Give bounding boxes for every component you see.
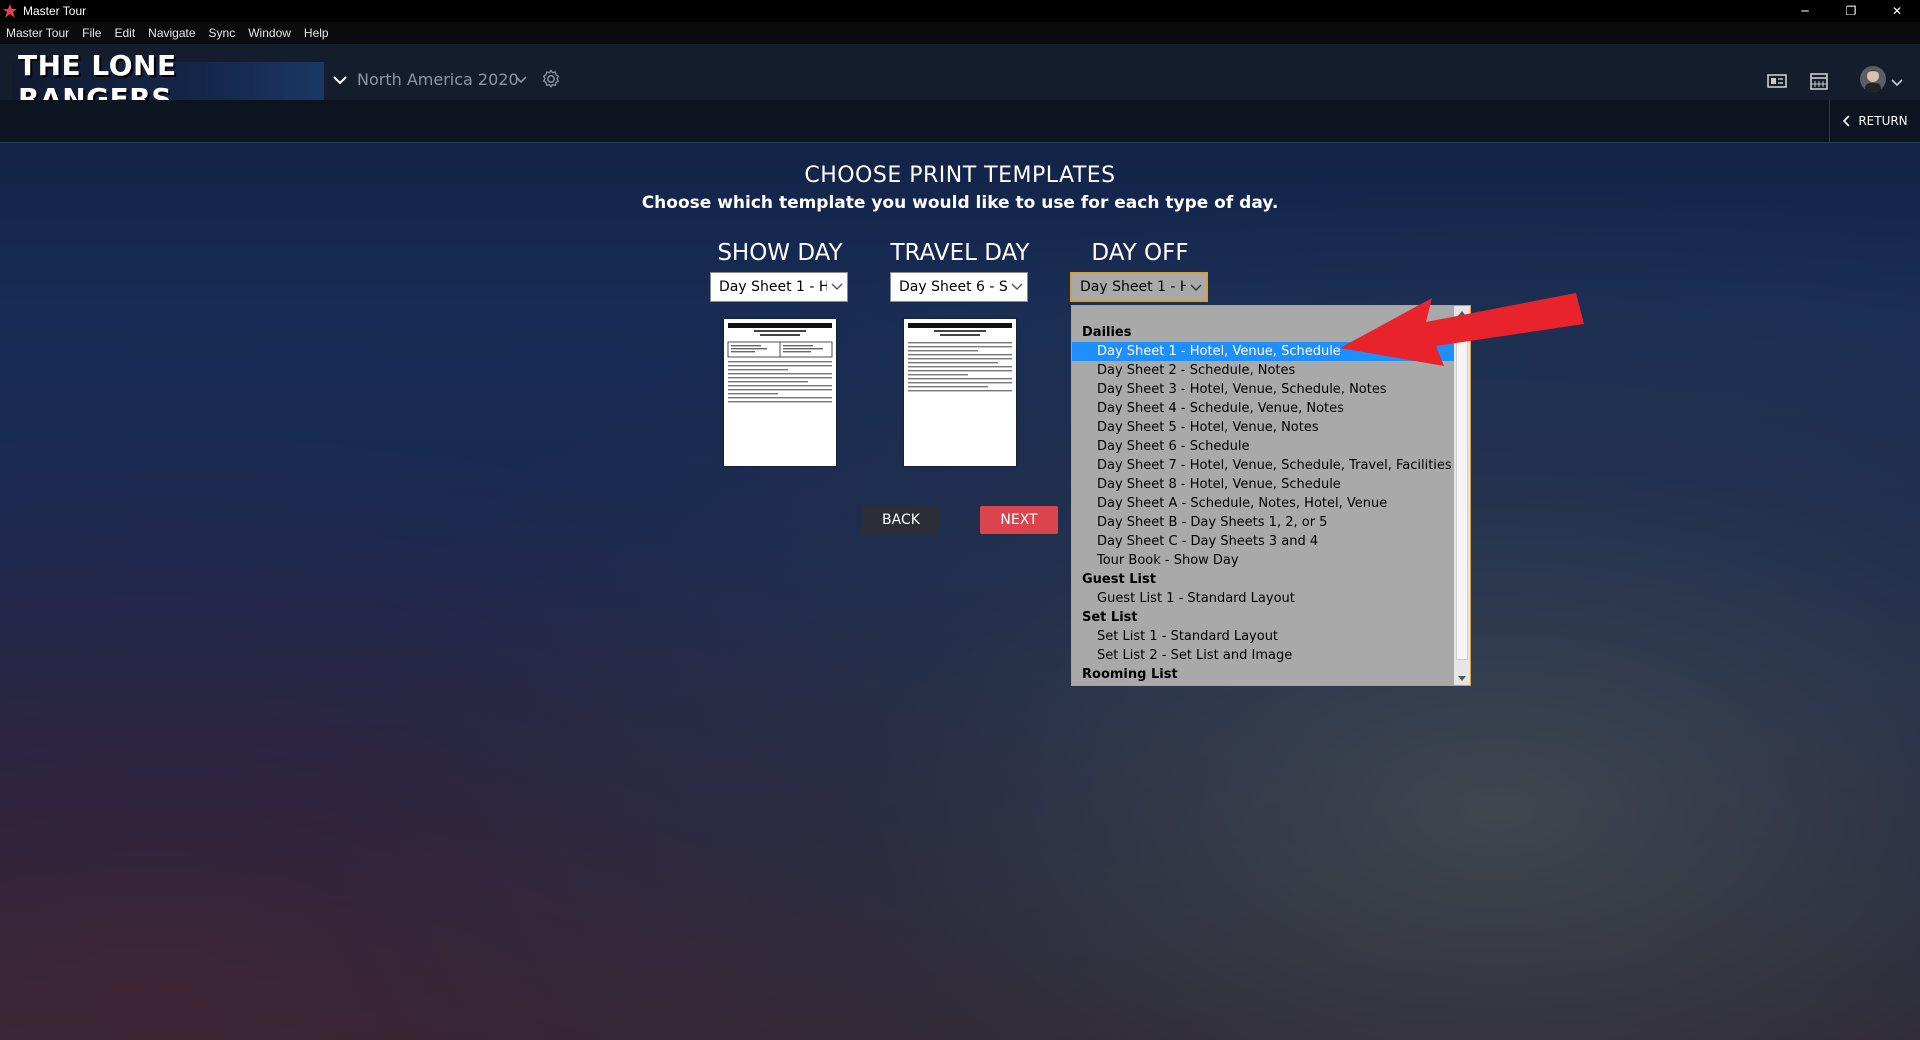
user-menu-chevron-down-icon[interactable] (1890, 76, 1904, 90)
menu-sync[interactable]: Sync (203, 26, 243, 40)
return-button[interactable]: RETURN (1829, 100, 1920, 142)
minimize-button[interactable]: ─ (1782, 0, 1828, 22)
id-card-icon[interactable] (1766, 70, 1788, 92)
menu-window[interactable]: Window (242, 26, 298, 40)
red-arrow-annotation-icon (1340, 293, 1584, 366)
window-title: Master Tour (23, 4, 87, 18)
show-day-template-select[interactable]: Day Sheet 1 - Hotel, Venue, Schedule (710, 272, 848, 302)
page-subtitle: Choose which template you would like to … (641, 193, 1279, 213)
option-set-list-2[interactable]: Set List 2 - Set List and Image (1072, 646, 1454, 665)
avatar-icon (1865, 70, 1881, 92)
chevron-left-icon (1843, 115, 1850, 127)
band-logo[interactable]: THE LONE RANGERS (12, 49, 324, 115)
travel-day-selected-value: Day Sheet 6 - Schedule (899, 279, 1007, 295)
gear-icon[interactable] (540, 68, 562, 90)
menu-navigate[interactable]: Navigate (142, 26, 202, 40)
chevron-down-icon (1007, 273, 1027, 301)
user-avatar[interactable] (1860, 66, 1886, 92)
option-day-sheet-8[interactable]: Day Sheet 8 - Hotel, Venue, Schedule (1072, 475, 1454, 494)
day-off-selected-value: Day Sheet 1 - Hotel, Venue, Schedule (1080, 279, 1188, 295)
scroll-down-icon[interactable] (1454, 672, 1470, 684)
option-day-sheet-c[interactable]: Day Sheet C - Day Sheets 3 and 4 (1072, 532, 1454, 551)
page-title: CHOOSE PRINT TEMPLATES (804, 163, 1116, 188)
menu-master-tour[interactable]: Master Tour (0, 26, 76, 40)
chevron-down-icon (827, 273, 847, 301)
window-controls: ─ ❐ ✕ (1782, 0, 1920, 22)
travel-day-template-preview (904, 319, 1016, 466)
app-header: THE LONE RANGERS North America 2020 (0, 44, 1920, 115)
scrollbar-thumb[interactable] (1456, 320, 1468, 660)
option-day-sheet-6[interactable]: Day Sheet 6 - Schedule (1072, 437, 1454, 456)
menu-bar: Master Tour File Edit Navigate Sync Wind… (0, 22, 1920, 44)
calendar-icon[interactable] (1808, 70, 1830, 92)
show-day-heading: SHOW DAY (717, 240, 843, 266)
day-off-template-select[interactable]: Day Sheet 1 - Hotel, Venue, Schedule (1070, 272, 1208, 302)
menu-file[interactable]: File (76, 26, 108, 40)
option-day-sheet-7[interactable]: Day Sheet 7 - Hotel, Venue, Schedule, Tr… (1072, 456, 1454, 475)
menu-edit[interactable]: Edit (108, 26, 142, 40)
show-day-selected-value: Day Sheet 1 - Hotel, Venue, Schedule (719, 279, 827, 295)
option-day-sheet-5[interactable]: Day Sheet 5 - Hotel, Venue, Notes (1072, 418, 1454, 437)
master-tour-app-icon (3, 4, 17, 18)
group-guest-list: Guest List (1082, 572, 1156, 587)
day-off-heading: DAY OFF (1091, 240, 1189, 266)
travel-day-template-select[interactable]: Day Sheet 6 - Schedule (890, 272, 1028, 302)
option-guest-list-1[interactable]: Guest List 1 - Standard Layout (1072, 589, 1454, 608)
restore-button[interactable]: ❐ (1828, 0, 1874, 22)
os-title-bar: Master Tour ─ ❐ ✕ (0, 0, 1920, 22)
close-button[interactable]: ✕ (1874, 0, 1920, 22)
next-button[interactable]: NEXT (980, 506, 1058, 534)
option-day-sheet-3[interactable]: Day Sheet 3 - Hotel, Venue, Schedule, No… (1072, 380, 1454, 399)
option-tour-book-show-day[interactable]: Tour Book - Show Day (1072, 551, 1454, 570)
option-set-list-1[interactable]: Set List 1 - Standard Layout (1072, 627, 1454, 646)
menu-help[interactable]: Help (298, 26, 336, 40)
back-button[interactable]: BACK (862, 506, 940, 534)
day-sheet-thumbnail (727, 323, 833, 403)
show-day-template-preview (724, 319, 836, 466)
group-rooming-list: Rooming List (1082, 667, 1178, 682)
option-day-sheet-4[interactable]: Day Sheet 4 - Schedule, Venue, Notes (1072, 399, 1454, 418)
option-day-sheet-a[interactable]: Day Sheet A - Schedule, Notes, Hotel, Ve… (1072, 494, 1454, 513)
tour-chevron-down-icon[interactable] (514, 73, 528, 87)
tour-selector[interactable]: North America 2020 (357, 70, 519, 89)
group-set-list: Set List (1082, 610, 1138, 625)
chevron-down-icon (1186, 274, 1206, 300)
band-chevron-down-icon[interactable] (332, 72, 348, 88)
sub-toolbar: RETURN (0, 100, 1920, 143)
option-day-sheet-b[interactable]: Day Sheet B - Day Sheets 1, 2, or 5 (1072, 513, 1454, 532)
day-sheet-thumbnail (908, 323, 1012, 392)
return-label: RETURN (1858, 114, 1908, 128)
travel-day-heading: TRAVEL DAY (890, 240, 1030, 266)
